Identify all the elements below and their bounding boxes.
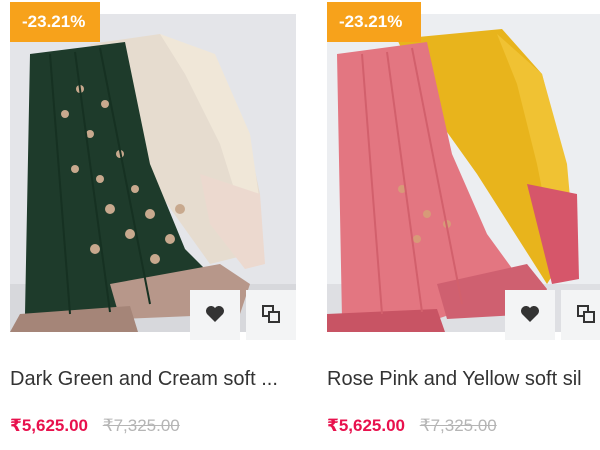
product-grid: -23.21% Dark Green and Cream soft ... ₹5… — [0, 0, 600, 450]
compare-icon — [576, 304, 596, 327]
original-price: ₹7,325.00 — [419, 416, 497, 435]
saree-image — [10, 14, 296, 332]
heart-icon — [205, 305, 225, 326]
product-image[interactable] — [327, 14, 600, 332]
sale-price: ₹5,625.00 — [327, 416, 406, 435]
price-row: ₹5,625.00 ₹7,325.00 — [10, 416, 180, 436]
sale-price: ₹5,625.00 — [10, 416, 89, 435]
compare-icon — [261, 304, 281, 327]
wishlist-button[interactable] — [505, 290, 555, 340]
discount-badge: -23.21% — [327, 2, 421, 42]
product-title[interactable]: Dark Green and Cream soft ... — [10, 368, 300, 391]
price-row: ₹5,625.00 ₹7,325.00 — [327, 416, 497, 436]
saree-image — [327, 14, 600, 332]
product-title[interactable]: Rose Pink and Yellow soft sil — [327, 368, 600, 391]
compare-button[interactable] — [246, 290, 296, 340]
product-image[interactable] — [10, 14, 296, 332]
heart-icon — [520, 305, 540, 326]
wishlist-button[interactable] — [190, 290, 240, 340]
discount-badge: -23.21% — [10, 2, 100, 42]
original-price: ₹7,325.00 — [102, 416, 180, 435]
compare-button[interactable] — [561, 290, 600, 340]
